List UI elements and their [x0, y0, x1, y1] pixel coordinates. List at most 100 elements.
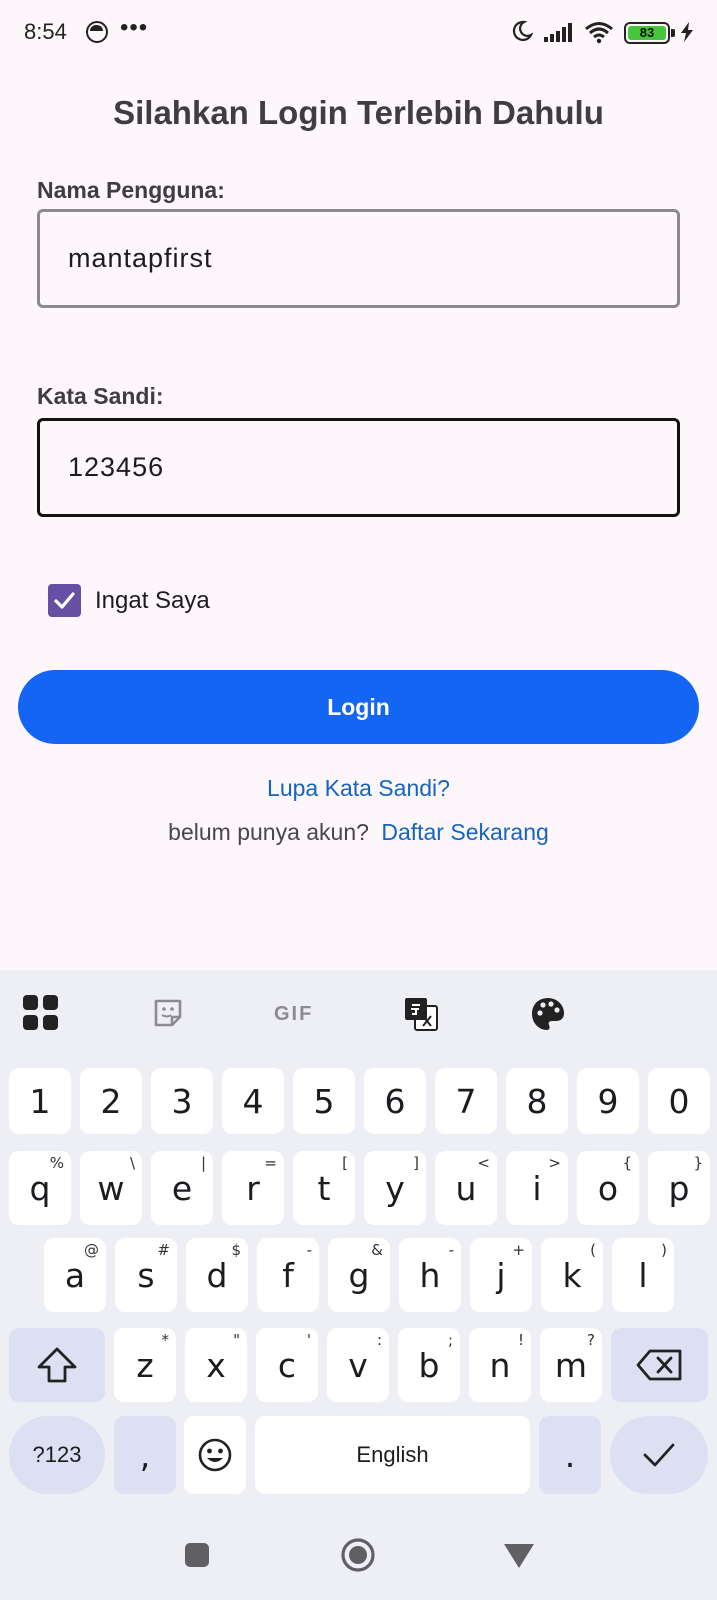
key-secondary-symbol: " [233, 1331, 240, 1349]
key-p[interactable]: p} [648, 1151, 710, 1225]
key-label: p [668, 1168, 690, 1208]
shift-key[interactable] [9, 1328, 105, 1402]
key-w[interactable]: w \ [80, 1151, 142, 1225]
key-label: i [532, 1168, 542, 1208]
backspace-key[interactable] [611, 1328, 708, 1402]
status-bar: 8:54 ••• 83 [0, 0, 717, 64]
key-0[interactable]: 0 [648, 1068, 710, 1134]
key-t[interactable]: t[ [293, 1151, 355, 1225]
key-secondary-symbol: = [264, 1154, 277, 1172]
recents-square-icon[interactable] [183, 1541, 211, 1569]
key-secondary-symbol: [ [342, 1154, 348, 1172]
key-secondary-symbol: + [512, 1241, 525, 1259]
soft-keyboard: GIF 1 2 3 4 5 6 7 8 9 0 q% w \ e | r = t[y] u < i > o{p} a @ s # d $… [0, 970, 717, 1600]
key-7[interactable]: 7 [435, 1068, 497, 1134]
navigation-bar [0, 1537, 717, 1600]
key-o[interactable]: o{ [577, 1151, 639, 1225]
key-secondary-symbol: $ [231, 1241, 241, 1259]
key-5[interactable]: 5 [293, 1068, 355, 1134]
key-j[interactable]: j + [470, 1238, 532, 1312]
key-label: c [277, 1345, 297, 1385]
key-secondary-symbol: & [371, 1241, 383, 1259]
theme-palette-icon[interactable] [530, 996, 566, 1032]
key-label: n [489, 1345, 511, 1385]
key-m[interactable]: m? [540, 1328, 602, 1402]
key-u[interactable]: u < [435, 1151, 497, 1225]
key-label: 7 [455, 1081, 477, 1121]
shift-arrow-icon [37, 1347, 77, 1383]
key-s[interactable]: s # [115, 1238, 177, 1312]
key-secondary-symbol: # [157, 1241, 170, 1259]
keyboard-toolbar: GIF [0, 970, 717, 1040]
key-3[interactable]: 3 [151, 1068, 213, 1134]
username-field[interactable]: mantapfirst [37, 209, 680, 308]
period-key[interactable]: . [539, 1416, 601, 1494]
login-button[interactable]: Login [18, 670, 699, 744]
signal-icon [544, 23, 572, 42]
key-a[interactable]: a @ [44, 1238, 106, 1312]
key-secondary-symbol: { [622, 1154, 632, 1172]
key-1[interactable]: 1 [9, 1068, 71, 1134]
key-n[interactable]: n! [469, 1328, 531, 1402]
key-secondary-symbol: \ [129, 1154, 135, 1172]
key-q[interactable]: q% [9, 1151, 71, 1225]
key-2[interactable]: 2 [80, 1068, 142, 1134]
register-prompt: belum punya akun? [168, 819, 369, 845]
key-label: s [137, 1255, 155, 1295]
password-field[interactable]: 123456 [37, 418, 680, 517]
key-z[interactable]: z * [114, 1328, 176, 1402]
key-e[interactable]: e | [151, 1151, 213, 1225]
key-x[interactable]: x " [185, 1328, 247, 1402]
key-l[interactable]: l) [612, 1238, 674, 1312]
key-secondary-symbol: ( [590, 1241, 596, 1259]
key-label: x [206, 1345, 226, 1385]
key-secondary-symbol: < [477, 1154, 490, 1172]
key-label: 9 [597, 1081, 619, 1121]
translate-icon[interactable] [403, 996, 439, 1032]
comma-key[interactable]: , [114, 1416, 176, 1494]
backspace-icon [636, 1349, 681, 1381]
key-label: h [419, 1255, 441, 1295]
key-b[interactable]: b; [398, 1328, 460, 1402]
register-link[interactable]: Daftar Sekarang [381, 819, 548, 845]
back-triangle-icon[interactable] [503, 1543, 535, 1569]
key-y[interactable]: y] [364, 1151, 426, 1225]
home-circle-icon[interactable] [340, 1537, 376, 1573]
key-4[interactable]: 4 [222, 1068, 284, 1134]
key-label: e [171, 1168, 193, 1208]
key-secondary-symbol: % [49, 1154, 64, 1172]
key-v[interactable]: v: [327, 1328, 389, 1402]
key-r[interactable]: r = [222, 1151, 284, 1225]
enter-key[interactable] [610, 1416, 708, 1494]
key-label: u [455, 1168, 477, 1208]
key-h[interactable]: h- [399, 1238, 461, 1312]
key-c[interactable]: c ' [256, 1328, 318, 1402]
username-value: mantapfirst [68, 243, 213, 273]
key-label: f [282, 1255, 294, 1295]
space-key[interactable]: English [255, 1416, 530, 1494]
emoji-key[interactable] [184, 1416, 246, 1494]
symbols-key[interactable]: ?123 [9, 1416, 105, 1494]
key-k[interactable]: k( [541, 1238, 603, 1312]
sticker-icon[interactable] [152, 997, 184, 1029]
gif-button[interactable]: GIF [274, 1003, 313, 1026]
key-secondary-symbol: * [161, 1331, 170, 1349]
key-9[interactable]: 9 [577, 1068, 639, 1134]
key-g[interactable]: g & [328, 1238, 390, 1312]
key-d[interactable]: d $ [186, 1238, 248, 1312]
key-secondary-symbol: ! [517, 1331, 524, 1349]
status-time: 8:54 [24, 19, 67, 44]
key-label: 0 [668, 1081, 690, 1121]
key-i[interactable]: i > [506, 1151, 568, 1225]
apps-grid-icon[interactable] [22, 994, 59, 1031]
remember-me-row[interactable]: Ingat Saya [48, 584, 210, 617]
key-label: 1 [29, 1081, 51, 1121]
key-label: v [348, 1345, 368, 1385]
key-6[interactable]: 6 [364, 1068, 426, 1134]
key-label: g [348, 1255, 370, 1295]
remember-me-checkbox[interactable] [48, 584, 81, 617]
forgot-password-link[interactable]: Lupa Kata Sandi? [0, 775, 717, 802]
key-label: 8 [526, 1081, 548, 1121]
key-f[interactable]: f- [257, 1238, 319, 1312]
key-8[interactable]: 8 [506, 1068, 568, 1134]
